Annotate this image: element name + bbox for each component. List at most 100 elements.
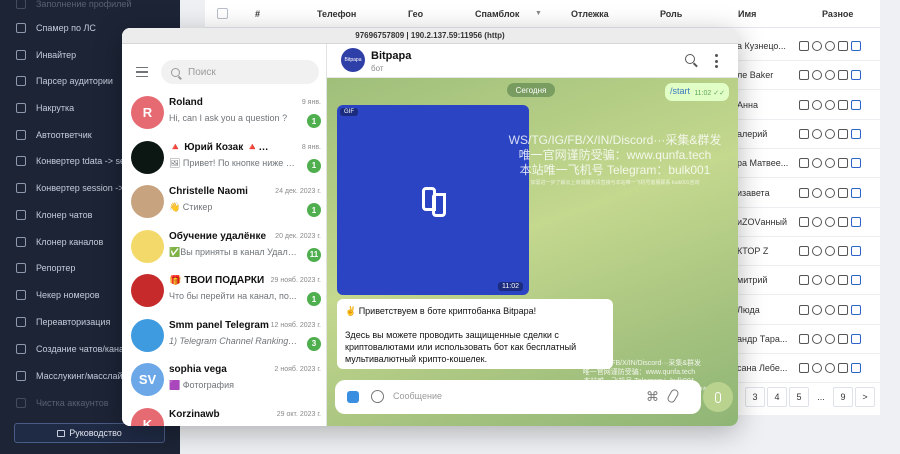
user-icon[interactable] bbox=[825, 334, 835, 344]
more-icon[interactable] bbox=[715, 54, 718, 68]
chat-list-item[interactable]: 🎁 ТВОИ ПОДАРКИ 29 нояб. 2023 г. Что бы пер… bbox=[122, 268, 327, 312]
lock-icon[interactable] bbox=[838, 304, 848, 315]
emoji-icon[interactable] bbox=[371, 390, 384, 403]
command-icon[interactable]: ⌘ bbox=[646, 389, 659, 405]
search-icon[interactable] bbox=[685, 54, 695, 64]
monitor-icon[interactable] bbox=[851, 334, 861, 344]
col-geo[interactable]: Гео bbox=[408, 9, 423, 19]
user-icon[interactable] bbox=[812, 99, 822, 110]
monitor-icon[interactable] bbox=[851, 70, 861, 81]
menu-icon[interactable] bbox=[136, 67, 148, 77]
folder-icon[interactable] bbox=[799, 363, 809, 374]
user-icon[interactable] bbox=[825, 216, 835, 227]
folder-icon[interactable] bbox=[799, 246, 809, 257]
bot-avatar[interactable]: Bitpapa bbox=[341, 48, 365, 72]
monitor-icon[interactable] bbox=[851, 216, 861, 227]
chat-list-item[interactable]: SV sophia vega 2 нояб. 2023 г. 🟪 Фотография bbox=[122, 357, 327, 401]
user-icon[interactable] bbox=[812, 363, 822, 374]
monitor-icon[interactable] bbox=[851, 275, 861, 286]
user-icon[interactable] bbox=[812, 128, 822, 139]
monitor-icon[interactable] bbox=[851, 99, 861, 110]
bot-name[interactable]: Bitpapa bbox=[371, 50, 411, 62]
col-phone[interactable]: Телефон bbox=[317, 9, 356, 19]
lock-icon[interactable] bbox=[838, 128, 848, 139]
user-icon[interactable] bbox=[825, 304, 835, 315]
user-icon[interactable] bbox=[825, 275, 835, 286]
lock-icon[interactable] bbox=[838, 187, 848, 198]
monitor-icon[interactable] bbox=[851, 187, 861, 198]
col-name[interactable]: Имя bbox=[738, 9, 756, 19]
select-all-checkbox[interactable] bbox=[217, 8, 228, 19]
user-icon[interactable] bbox=[825, 128, 835, 139]
guide-button[interactable]: Руководство bbox=[14, 423, 165, 443]
col-aging[interactable]: Отлежка bbox=[571, 9, 609, 19]
user-icon[interactable] bbox=[825, 363, 835, 374]
user-icon[interactable] bbox=[825, 70, 835, 81]
chat-list-item[interactable]: Smm panel Telegram 12 нояб. 2023 г. 1) Tel… bbox=[122, 313, 327, 357]
user-icon[interactable] bbox=[812, 304, 822, 315]
user-icon[interactable] bbox=[812, 158, 822, 169]
microphone-button[interactable] bbox=[703, 382, 733, 412]
message-text: /start bbox=[670, 86, 691, 96]
lock-icon[interactable] bbox=[838, 99, 848, 110]
col-role[interactable]: Роль bbox=[660, 9, 682, 19]
lock-icon[interactable] bbox=[838, 246, 848, 257]
chat-list-item[interactable]: Christelle Naomi 24 дек. 2023 г. 👋 Стикер 1 bbox=[122, 179, 327, 223]
folder-icon[interactable] bbox=[799, 41, 809, 51]
user-icon[interactable] bbox=[825, 99, 835, 110]
monitor-icon[interactable] bbox=[851, 363, 861, 374]
user-icon[interactable] bbox=[812, 187, 822, 198]
lock-icon[interactable] bbox=[838, 275, 848, 286]
user-icon[interactable] bbox=[825, 158, 835, 169]
user-icon[interactable] bbox=[812, 41, 822, 51]
attach-icon[interactable] bbox=[666, 387, 680, 405]
col-index[interactable]: # bbox=[255, 9, 260, 19]
folder-icon[interactable] bbox=[799, 334, 809, 344]
lock-icon[interactable] bbox=[838, 70, 848, 81]
page-button[interactable]: > bbox=[855, 387, 875, 407]
lock-icon[interactable] bbox=[838, 41, 848, 51]
chat-list-item[interactable]: K Korzinawb 29 окт. 2023 г. Привет! На связ… bbox=[122, 402, 327, 426]
user-icon[interactable] bbox=[825, 246, 835, 257]
monitor-icon[interactable] bbox=[851, 128, 861, 139]
user-icon[interactable] bbox=[825, 187, 835, 198]
page-button[interactable]: 4 bbox=[767, 387, 787, 407]
lock-icon[interactable] bbox=[838, 363, 848, 374]
chat-list-item[interactable]: Обучение удалёнке 20 дек. 2023 г. ✅Вы прин… bbox=[122, 224, 327, 268]
page-button[interactable]: 5 bbox=[789, 387, 809, 407]
monitor-icon[interactable] bbox=[851, 158, 861, 169]
monitor-icon[interactable] bbox=[851, 41, 861, 51]
chat-preview: 1) Telegram Channel Ranking Ti... bbox=[169, 335, 299, 346]
user-icon[interactable] bbox=[812, 70, 822, 81]
bot-menu-icon[interactable] bbox=[347, 391, 359, 403]
monitor-icon[interactable] bbox=[851, 246, 861, 257]
lock-icon[interactable] bbox=[838, 334, 848, 344]
chat-list-item[interactable]: R Roland 9 янв. Hi, can I ask you a questio… bbox=[122, 90, 327, 134]
lock-icon[interactable] bbox=[838, 158, 848, 169]
folder-icon[interactable] bbox=[799, 128, 809, 139]
outgoing-message[interactable]: /start 11:02 ✓✓ bbox=[665, 83, 729, 101]
folder-icon[interactable] bbox=[799, 70, 809, 81]
page-button[interactable]: 3 bbox=[745, 387, 765, 407]
monitor-icon[interactable] bbox=[851, 304, 861, 315]
page-button[interactable]: 9 bbox=[833, 387, 853, 407]
user-icon[interactable] bbox=[825, 41, 835, 51]
folder-icon[interactable] bbox=[799, 99, 809, 110]
user-icon[interactable] bbox=[812, 246, 822, 257]
user-icon[interactable] bbox=[812, 275, 822, 286]
user-icon[interactable] bbox=[812, 334, 822, 344]
search-input[interactable]: Поиск bbox=[161, 60, 319, 84]
col-misc[interactable]: Разное bbox=[822, 9, 853, 19]
message-input[interactable]: Сообщение bbox=[393, 391, 442, 401]
folder-icon[interactable] bbox=[799, 216, 809, 227]
lock-icon[interactable] bbox=[838, 216, 848, 227]
folder-icon[interactable] bbox=[799, 187, 809, 198]
user-icon[interactable] bbox=[812, 216, 822, 227]
folder-icon[interactable] bbox=[799, 158, 809, 169]
folder-icon[interactable] bbox=[799, 275, 809, 286]
row-actions bbox=[799, 216, 861, 227]
chat-list-item[interactable]: 🔺 Юрий Козак 🔺 Вводная ... 8 янв.🖼 Привет… bbox=[122, 135, 327, 179]
sort-icon[interactable]: ▼ bbox=[535, 10, 542, 17]
folder-icon[interactable] bbox=[799, 304, 809, 315]
col-spamblock[interactable]: Спамблок bbox=[475, 9, 519, 19]
